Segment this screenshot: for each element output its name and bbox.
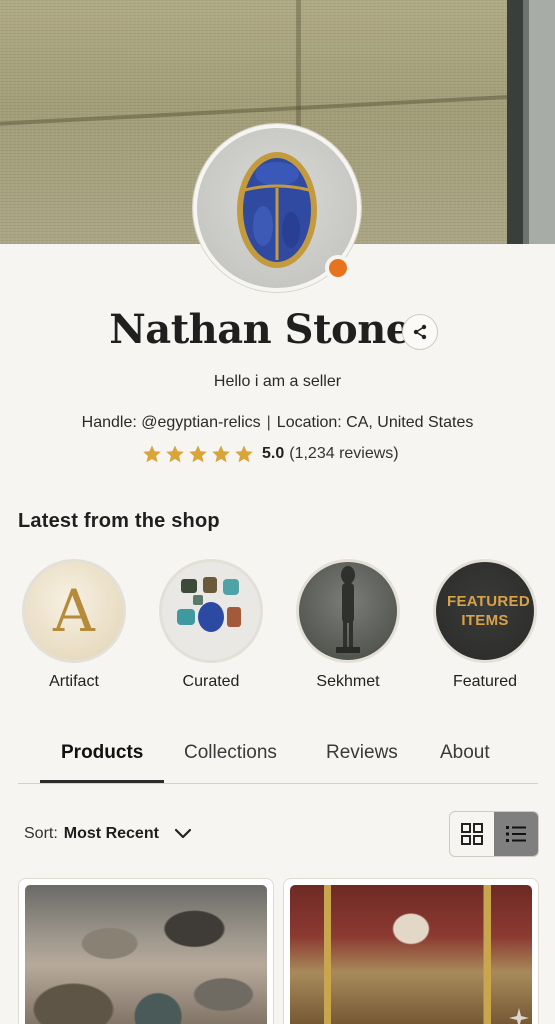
- shop-collections-row: A Artifact Curated Sekhmet FEATURED ITEM…: [22, 559, 542, 699]
- star-icon: [143, 445, 161, 463]
- share-button[interactable]: [402, 314, 438, 350]
- seller-name: Nathan Stone: [109, 306, 411, 353]
- collection-artifact[interactable]: A Artifact: [22, 559, 126, 691]
- tab-reviews[interactable]: Reviews: [326, 742, 398, 764]
- collection-label: Artifact: [49, 673, 99, 690]
- rating-score: 5.0: [262, 445, 285, 462]
- product-image: [25, 885, 267, 1024]
- seller-rating[interactable]: 5.0 (1,234 reviews): [142, 441, 399, 467]
- star-icon: [212, 445, 230, 463]
- star-icon: [189, 445, 207, 463]
- section-title-latest: Latest from the shop: [18, 510, 220, 532]
- product-card[interactable]: [283, 878, 539, 1024]
- rating-count: (1,234 reviews): [289, 445, 399, 462]
- artifact-letter-logo: A: [53, 577, 95, 645]
- cover-fabric-seam: [296, 0, 301, 130]
- share-icon: [413, 324, 427, 340]
- sort-value: Most Recent: [63, 825, 159, 842]
- list-view-icon: [506, 826, 526, 842]
- scarab-avatar-image: [237, 152, 317, 268]
- sort-dropdown[interactable]: Sort: Most Recent: [24, 824, 193, 844]
- star-icon: [166, 445, 184, 463]
- collection-thumbnail: A: [22, 559, 126, 663]
- list-view-button[interactable]: [494, 812, 538, 856]
- seller-meta: Handle: @egyptian-relics | Location: CA, U…: [0, 414, 555, 432]
- collection-curated[interactable]: Curated: [159, 559, 263, 691]
- seller-location: Location: CA, United States: [276, 414, 474, 431]
- seller-tagline: Hello i am a seller: [213, 373, 342, 390]
- star-icon: [235, 445, 253, 463]
- sort-label: Sort:: [24, 825, 58, 842]
- tab-products[interactable]: Products: [61, 742, 143, 764]
- active-tab-indicator: [40, 780, 164, 783]
- sparkle-icon: [509, 1008, 529, 1024]
- view-toggle: [449, 811, 539, 857]
- meta-separator: |: [266, 414, 271, 431]
- cover-frame-edge: [507, 0, 555, 244]
- chevron-down-icon: [174, 828, 192, 839]
- collection-thumbnail: [159, 559, 263, 663]
- amulets-thumbnail-image: [177, 577, 241, 632]
- collection-thumbnail: FEATURED ITEMS: [433, 559, 537, 663]
- collection-thumbnail: [296, 559, 400, 663]
- cover-fabric-seam: [0, 94, 520, 126]
- profile-tabs: Products Collections Reviews About: [18, 738, 538, 784]
- product-card[interactable]: [18, 878, 274, 1024]
- rating-stars: [142, 444, 254, 464]
- collection-label: Featured: [452, 673, 518, 690]
- tab-about[interactable]: About: [440, 742, 490, 764]
- collection-label: Curated: [182, 673, 240, 690]
- collection-sekhmet[interactable]: Sekhmet: [296, 559, 400, 691]
- statue-thumbnail-image: [336, 566, 360, 653]
- online-status-dot: [325, 255, 351, 281]
- seller-handle: Handle: @egyptian-relics: [81, 414, 261, 431]
- tab-collections[interactable]: Collections: [184, 742, 277, 764]
- collection-featured[interactable]: FEATURED ITEMS Featured: [433, 559, 537, 691]
- grid-view-icon: [461, 823, 483, 845]
- featured-items-text: FEATURED ITEMS: [447, 593, 530, 629]
- product-image: [290, 885, 532, 1024]
- grid-view-button[interactable]: [450, 812, 494, 856]
- collection-label: Sekhmet: [316, 673, 380, 690]
